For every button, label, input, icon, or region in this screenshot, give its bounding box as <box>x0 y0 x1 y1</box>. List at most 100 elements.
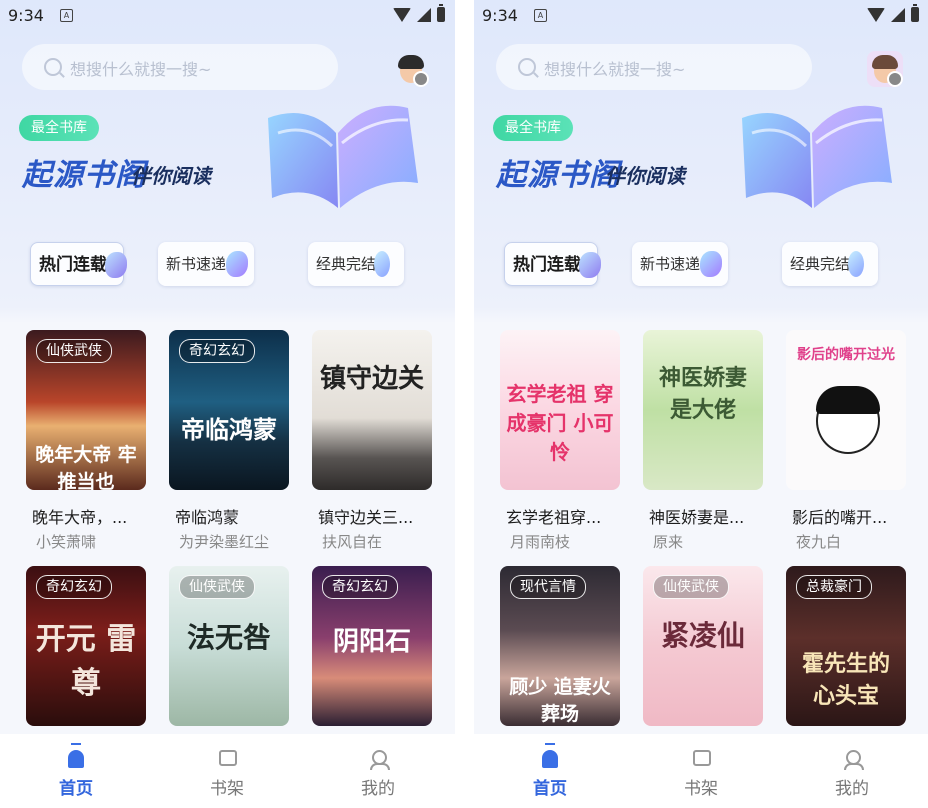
genre-tag: 总裁豪门 <box>796 575 872 599</box>
book-author: 月雨南枝 <box>510 533 571 551</box>
search-bar[interactable]: 想搜什么就搜一搜~ <box>22 44 338 90</box>
avatar[interactable] <box>393 51 429 87</box>
genre-tag: 奇幻玄幻 <box>179 339 255 363</box>
battery-icon <box>911 4 919 22</box>
book-title: 玄学老祖穿... <box>506 508 602 527</box>
cover-text: 顾少 追妻火葬场 <box>509 676 611 725</box>
search-placeholder: 想搜什么就搜一搜~ <box>70 60 212 79</box>
bottom-nav: 首页 书架 我的 <box>0 734 455 808</box>
search-bar[interactable]: 想搜什么就搜一搜~ <box>496 44 812 90</box>
notification-icon: A <box>60 9 73 22</box>
book-cover[interactable]: 现代言情 顾少 追妻火葬场 <box>500 566 620 726</box>
book-cover[interactable]: 奇幻玄幻 阴阳石 <box>312 566 432 726</box>
wifi-icon <box>393 7 411 22</box>
open-book-illustration <box>268 105 418 208</box>
phone-screen-right: 9:34 A 想搜什么就搜一搜~ 最全书库 起源书阁 伴你阅读 热门连载 新书速 <box>474 0 928 808</box>
book-cover[interactable]: 奇幻玄幻 帝临鸿蒙 <box>169 330 289 490</box>
genre-tag: 现代言情 <box>510 575 586 599</box>
signal-icon <box>891 7 905 22</box>
book-cover[interactable]: 镇守边关 <box>312 330 432 490</box>
ring-icon <box>848 251 864 277</box>
tab-home[interactable]: 首页 <box>26 734 126 808</box>
battery-icon <box>437 4 445 22</box>
notification-icon: A <box>534 9 547 22</box>
tab-home[interactable]: 首页 <box>500 734 600 808</box>
flame-icon <box>105 252 127 278</box>
book-title: 影后的嘴开... <box>792 508 888 527</box>
status-time: 9:34 <box>8 6 44 25</box>
category-hot-serial[interactable]: 热门连载 <box>504 242 601 286</box>
book-cover[interactable]: 总裁豪门 霍先生的 心头宝 <box>786 566 906 726</box>
signal-icon <box>417 7 431 22</box>
book-author: 原来 <box>653 533 684 551</box>
butterfly-icon <box>700 251 722 277</box>
search-icon <box>518 58 536 76</box>
tab-bookshelf[interactable]: 书架 <box>651 734 751 808</box>
cover-text: 帝临鸿蒙 <box>181 415 277 444</box>
category-bar: 热门连载 新书速递 经典完结 <box>0 242 455 292</box>
book-cover[interactable]: 影后的嘴开过光 <box>786 330 906 490</box>
status-bar: 9:34 A <box>0 0 455 32</box>
genre-tag: 仙侠武侠 <box>653 575 729 599</box>
book-cover[interactable]: 玄学老祖 穿成豪门 小可怜 <box>500 330 620 490</box>
bottom-nav: 首页 书架 我的 <box>474 734 928 808</box>
search-icon <box>44 58 62 76</box>
cover-text: 阴阳石 <box>332 627 411 657</box>
book-author: 夜九白 <box>796 533 842 551</box>
book-cover[interactable]: 奇幻玄幻 开元 雷尊 <box>26 566 146 726</box>
bookshelf-icon <box>693 750 711 766</box>
cover-text: 镇守边关 <box>319 364 424 394</box>
avatar-badge-icon <box>413 71 429 87</box>
butterfly-icon <box>226 251 248 277</box>
genre-tag: 奇幻玄幻 <box>322 575 398 599</box>
category-bar: 热门连载 新书速递 经典完结 <box>474 242 928 292</box>
book-title: 镇守边关三... <box>318 508 414 527</box>
library-tag: 最全书库 <box>19 115 99 141</box>
book-title: 神医娇妻是... <box>649 508 745 527</box>
cover-text: 神医娇妻 是大佬 <box>658 365 747 423</box>
genre-tag: 仙侠武侠 <box>179 575 255 599</box>
brand-slogan: 伴你阅读 <box>605 164 685 188</box>
status-bar: 9:34 A <box>474 0 928 32</box>
book-cover[interactable]: 仙侠武侠 法无咎 <box>169 566 289 726</box>
wifi-icon <box>867 7 885 22</box>
category-hot-serial[interactable]: 热门连载 <box>30 242 127 286</box>
status-time: 9:34 <box>482 6 518 25</box>
category-new-books[interactable]: 新书速递 <box>158 242 254 286</box>
book-author: 扶风自在 <box>322 533 383 551</box>
book-author: 为尹染墨红尘 <box>179 533 270 551</box>
home-icon <box>68 750 84 768</box>
flame-icon <box>579 252 601 278</box>
cover-text: 法无咎 <box>186 621 271 654</box>
category-completed[interactable]: 经典完结 <box>308 242 404 286</box>
brand-slogan: 伴你阅读 <box>131 164 211 188</box>
avatar-badge-icon <box>887 71 903 87</box>
brand-title: 起源书阁 <box>496 158 620 193</box>
tab-profile[interactable]: 我的 <box>802 734 902 808</box>
ring-icon <box>374 251 390 277</box>
brand-title: 起源书阁 <box>22 158 146 193</box>
cover-text: 玄学老祖 穿成豪门 小可怜 <box>506 382 614 464</box>
book-title: 帝临鸿蒙 <box>175 508 240 527</box>
cover-text: 开元 雷尊 <box>35 622 137 701</box>
cover-text: 影后的嘴开过光 <box>797 347 895 363</box>
cover-text: 紧凌仙 <box>660 619 745 652</box>
book-author: 小笑萧啸 <box>36 533 97 551</box>
tab-bookshelf[interactable]: 书架 <box>177 734 277 808</box>
book-cover[interactable]: 仙侠武侠 紧凌仙 <box>643 566 763 726</box>
open-book-illustration <box>742 105 892 208</box>
book-title: 晚年大帝，... <box>32 508 128 527</box>
category-new-books[interactable]: 新书速递 <box>632 242 728 286</box>
book-cover[interactable]: 神医娇妻 是大佬 <box>643 330 763 490</box>
home-icon <box>542 750 558 768</box>
category-completed[interactable]: 经典完结 <box>782 242 878 286</box>
cover-text: 晚年大帝 牢推当也 <box>35 444 137 490</box>
search-placeholder: 想搜什么就搜一搜~ <box>544 60 686 79</box>
genre-tag: 奇幻玄幻 <box>36 575 112 599</box>
book-cover[interactable]: 仙侠武侠 晚年大帝 牢推当也 <box>26 330 146 490</box>
library-tag: 最全书库 <box>493 115 573 141</box>
tab-profile[interactable]: 我的 <box>328 734 428 808</box>
avatar[interactable] <box>867 51 903 87</box>
bookshelf-icon <box>219 750 237 766</box>
cover-text: 霍先生的 心头宝 <box>801 651 890 709</box>
